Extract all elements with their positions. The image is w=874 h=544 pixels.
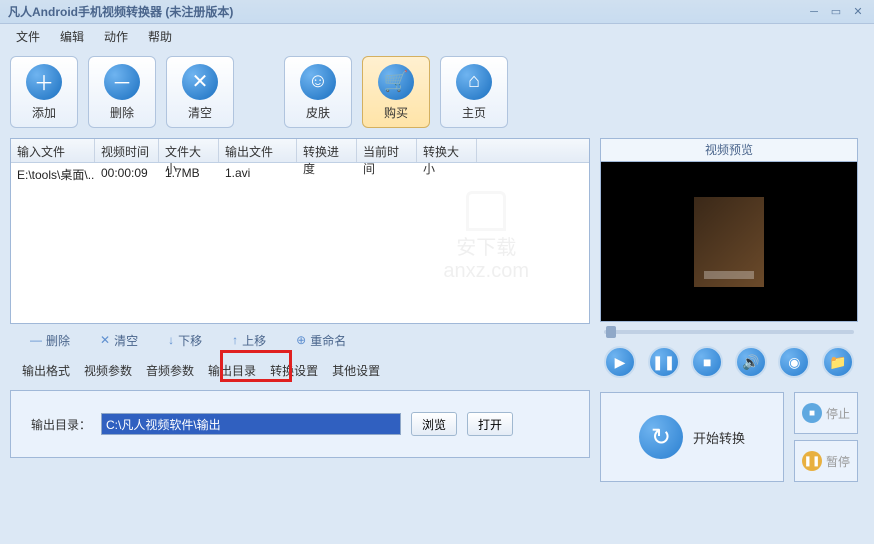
window-title: 凡人Android手机视频转换器 (未注册版本) (8, 3, 233, 20)
snapshot-button[interactable]: ◉ (778, 346, 810, 378)
重命名-action[interactable]: ⊕重命名 (296, 332, 346, 349)
table-row[interactable]: E:\tools\桌面\...00:00:091.7MB1.avi (11, 163, 589, 185)
pause-convert-button[interactable]: ❚❚ 暂停 (794, 440, 858, 482)
x-icon: ✕ (100, 333, 110, 347)
下移-action[interactable]: ↓下移 (168, 332, 202, 349)
tab-输出目录[interactable]: 输出目录 (206, 358, 258, 383)
down-icon: ↓ (168, 333, 174, 347)
tab-输出格式[interactable]: 输出格式 (20, 358, 72, 383)
titlebar: 凡人Android手机视频转换器 (未注册版本) ─ ▭ ✕ (0, 0, 874, 24)
皮肤-button[interactable]: ☺皮肤 (284, 56, 352, 128)
plus-icon: ＋ (26, 64, 62, 100)
volume-button[interactable]: 🔊 (735, 346, 767, 378)
table-header: 输入文件视频时间文件大小输出文件转换进度当前时间转换大小 (11, 139, 589, 163)
seek-slider[interactable] (600, 322, 858, 342)
menu-item[interactable]: 编辑 (52, 26, 92, 47)
minus-icon: － (104, 64, 140, 100)
清空-button[interactable]: ✕清空 (166, 56, 234, 128)
convert-icon: ↻ (639, 415, 683, 459)
column-header[interactable]: 输入文件 (11, 139, 95, 162)
menu-item[interactable]: 帮助 (140, 26, 180, 47)
up-icon: ↑ (232, 333, 238, 347)
output-dir-label: 输出目录： (31, 416, 91, 433)
video-thumbnail (694, 197, 764, 287)
output-dir-input[interactable] (101, 413, 401, 435)
删除-button[interactable]: －删除 (88, 56, 156, 128)
folder-button[interactable]: 📁 (822, 346, 854, 378)
上移-action[interactable]: ↑上移 (232, 332, 266, 349)
file-table: 输入文件视频时间文件大小输出文件转换进度当前时间转换大小 E:\tools\桌面… (10, 138, 590, 324)
stop-button[interactable]: ■ (691, 346, 723, 378)
tab-其他设置[interactable]: 其他设置 (330, 358, 382, 383)
x-icon: ✕ (182, 64, 218, 100)
tab-视频参数[interactable]: 视频参数 (82, 358, 134, 383)
stop-convert-button[interactable]: ■ 停止 (794, 392, 858, 434)
start-convert-label: 开始转换 (693, 428, 745, 447)
添加-button[interactable]: ＋添加 (10, 56, 78, 128)
smile-icon: ☺ (300, 64, 336, 100)
start-convert-button[interactable]: ↻ 开始转换 (600, 392, 784, 482)
minus-icon: — (30, 333, 42, 347)
watermark: 安下载 anxz.com (443, 191, 529, 283)
column-header[interactable]: 转换大小 (417, 139, 477, 162)
preview-title: 视频预览 (600, 138, 858, 162)
open-button[interactable]: 打开 (467, 412, 513, 436)
row-actions: —删除 ✕清空 ↓下移 ↑上移 ⊕重命名 (10, 324, 590, 356)
tab-转换设置[interactable]: 转换设置 (268, 358, 320, 383)
删除-action[interactable]: —删除 (30, 332, 70, 349)
主页-button[interactable]: ⌂主页 (440, 56, 508, 128)
menu-item[interactable]: 文件 (8, 26, 48, 47)
maximize-button[interactable]: ▭ (828, 5, 844, 19)
media-controls: ▶ ❚❚ ■ 🔊 ◉ 📁 (600, 342, 858, 382)
rename-icon: ⊕ (296, 333, 306, 347)
column-header[interactable]: 文件大小 (159, 139, 219, 162)
toolbar: ＋添加－删除✕清空 ☺皮肤🛒购买⌂主页 (0, 48, 874, 138)
stop-icon: ■ (802, 403, 822, 423)
video-preview (600, 162, 858, 322)
browse-button[interactable]: 浏览 (411, 412, 457, 436)
minimize-button[interactable]: ─ (806, 5, 822, 19)
tab-音频参数[interactable]: 音频参数 (144, 358, 196, 383)
pause-button[interactable]: ❚❚ (648, 346, 680, 378)
menu-item[interactable]: 动作 (96, 26, 136, 47)
清空-action[interactable]: ✕清空 (100, 332, 138, 349)
window-controls: ─ ▭ ✕ (806, 5, 866, 19)
output-panel: 输出目录： 浏览 打开 (10, 390, 590, 458)
column-header[interactable]: 视频时间 (95, 139, 159, 162)
column-header[interactable]: 转换进度 (297, 139, 357, 162)
cart-icon: 🛒 (378, 64, 414, 100)
close-button[interactable]: ✕ (850, 5, 866, 19)
play-button[interactable]: ▶ (604, 346, 636, 378)
column-header[interactable]: 输出文件 (219, 139, 297, 162)
home-icon: ⌂ (456, 64, 492, 100)
column-header[interactable]: 当前时间 (357, 139, 417, 162)
settings-tabs: 输出格式视频参数音频参数输出目录转换设置其他设置 (10, 356, 590, 384)
购买-button[interactable]: 🛒购买 (362, 56, 430, 128)
pause-icon: ❚❚ (802, 451, 822, 471)
menubar: 文件编辑动作帮助 (0, 24, 874, 48)
